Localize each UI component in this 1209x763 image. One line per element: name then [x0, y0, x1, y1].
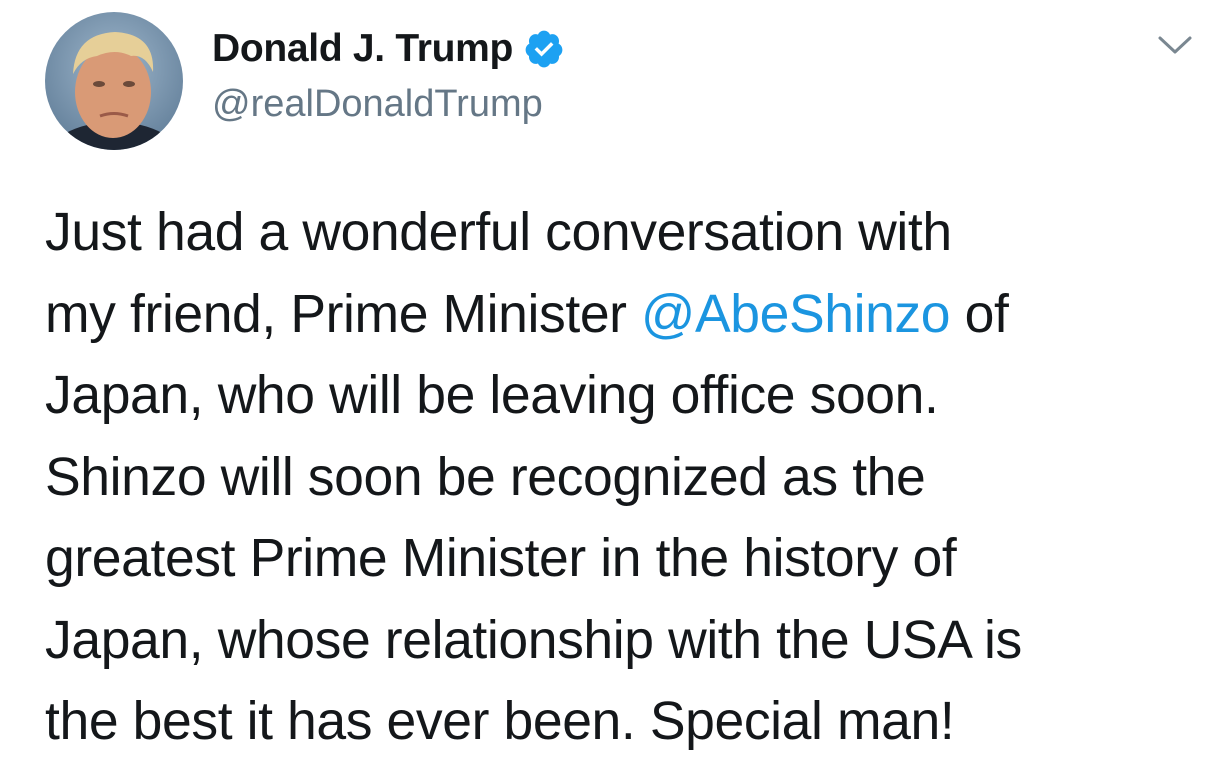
tweet-line: Shinzo will soon be recognized as the — [45, 447, 926, 507]
profile-avatar[interactable] — [45, 12, 183, 150]
author-handle[interactable]: @realDonaldTrump — [212, 83, 543, 126]
chevron-down-icon[interactable] — [1156, 30, 1194, 60]
author-display-name[interactable]: Donald J. Trump — [212, 27, 513, 71]
tweet-line: the best it has ever been. Special man! — [45, 692, 955, 751]
tweet-line: greatest Prime Minister in the history o… — [45, 529, 957, 588]
tweet-text-segment: my friend, Prime Minister — [45, 284, 642, 344]
tweet-text-segment: of — [950, 284, 1009, 344]
tweet-line: Japan, whose relationship with the USA i… — [45, 610, 1022, 670]
tweet-text: Just had a wonderful conversation with m… — [45, 192, 1195, 763]
tweet-line: my friend, Prime Minister @AbeShinzo of — [45, 274, 1195, 356]
tweet-line: Just had a wonderful conversation with — [45, 203, 952, 262]
mention-link[interactable]: @AbeShinzo — [641, 285, 950, 344]
verified-badge-icon — [523, 28, 565, 70]
tweet-line: Japan, who will be leaving office soon. — [45, 366, 939, 425]
author-name-row: Donald J. Trump — [212, 27, 565, 71]
